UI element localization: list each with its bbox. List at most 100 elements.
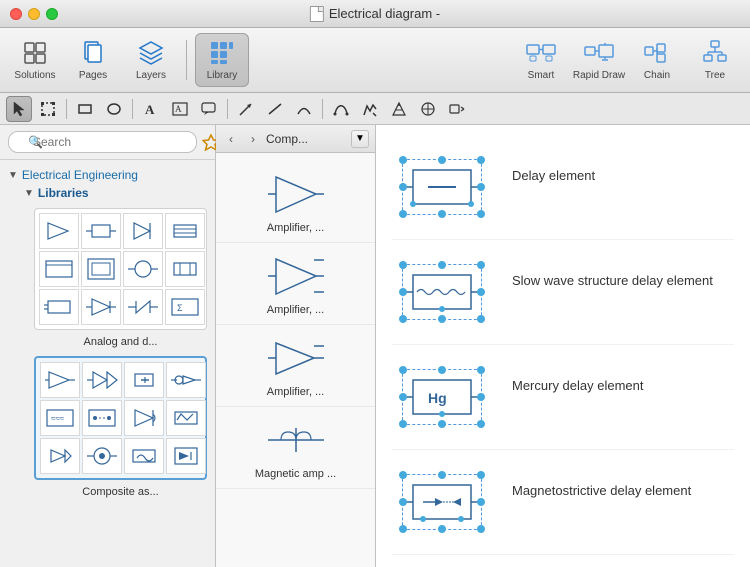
close-button[interactable] bbox=[10, 8, 22, 20]
library-icon bbox=[208, 39, 236, 67]
handle-tl bbox=[399, 471, 407, 479]
pen3-tool[interactable] bbox=[415, 96, 441, 122]
library-grid-composite[interactable]: ≈≈≈ bbox=[34, 356, 207, 480]
symbol-preview bbox=[266, 333, 326, 383]
handle-tc bbox=[438, 156, 446, 164]
nav-back-button[interactable]: ‹ bbox=[222, 130, 240, 148]
lib-cell bbox=[166, 400, 206, 436]
arc-icon bbox=[296, 101, 312, 117]
text-box-tool[interactable]: A bbox=[167, 96, 193, 122]
handle-bc bbox=[438, 315, 446, 323]
library-label-analog: Analog and d... bbox=[34, 336, 207, 348]
arc-tool[interactable] bbox=[291, 96, 317, 122]
list-item[interactable]: Magnetic amp ... bbox=[216, 407, 375, 489]
tool-separator-2 bbox=[132, 99, 133, 119]
middle-items-list: Amplifier, ... Amplifier, ... bbox=[216, 153, 375, 567]
delay-element-svg bbox=[403, 160, 481, 214]
symbol-preview bbox=[266, 169, 326, 219]
lib-cell bbox=[39, 213, 79, 249]
actions-tool[interactable] bbox=[444, 96, 470, 122]
lib-cell: Σ bbox=[165, 289, 205, 325]
text-tool[interactable]: A bbox=[138, 96, 164, 122]
maximize-button[interactable] bbox=[46, 8, 58, 20]
top-toolbar: Solutions Pages Layers Library bbox=[0, 28, 750, 93]
drawing-toolbar: A A bbox=[0, 93, 750, 125]
handle-br bbox=[477, 210, 485, 218]
bezier-tool[interactable] bbox=[328, 96, 354, 122]
library-label-composite: Composite as... bbox=[34, 486, 207, 498]
tree-libraries[interactable]: ▼ Libraries bbox=[24, 184, 207, 202]
pages-button[interactable]: Pages bbox=[66, 33, 120, 87]
search-input[interactable] bbox=[8, 131, 197, 153]
libraries-expand-icon: ▼ bbox=[24, 188, 34, 199]
lib-cell bbox=[165, 251, 205, 287]
mercury-svg: Hg bbox=[403, 370, 481, 424]
item-label: Amplifier, ... bbox=[267, 386, 324, 398]
callout-tool[interactable] bbox=[196, 96, 222, 122]
ellipse-icon bbox=[106, 101, 122, 117]
library-grid-analog[interactable]: Σ bbox=[34, 208, 207, 330]
list-item[interactable]: Amplifier, ... bbox=[216, 243, 375, 325]
breadcrumb-dropdown[interactable]: ▼ bbox=[351, 130, 369, 148]
minimize-button[interactable] bbox=[28, 8, 40, 20]
svg-text:Σ: Σ bbox=[177, 303, 183, 313]
handle-mr bbox=[477, 393, 485, 401]
library-button[interactable]: Library bbox=[195, 33, 249, 87]
selection-box bbox=[402, 159, 482, 215]
lib-cell bbox=[123, 251, 163, 287]
pen2-tool[interactable] bbox=[386, 96, 412, 122]
handle-ml bbox=[399, 498, 407, 506]
ellipse-tool[interactable] bbox=[101, 96, 127, 122]
handle-ml bbox=[399, 183, 407, 191]
handle-br bbox=[477, 420, 485, 428]
document-icon bbox=[310, 6, 324, 22]
middle-header: ‹ › Comp... ▼ bbox=[216, 125, 375, 153]
svg-text:A: A bbox=[145, 102, 155, 117]
rectangle-icon bbox=[77, 101, 93, 117]
layers-button[interactable]: Layers bbox=[124, 33, 178, 87]
component-preview-mercury: Hg bbox=[392, 357, 492, 437]
lib-cell bbox=[81, 213, 121, 249]
tree-button[interactable]: Tree bbox=[688, 33, 742, 87]
lib-cell bbox=[124, 438, 164, 474]
selection-box: Hg bbox=[402, 369, 482, 425]
arrow-tool[interactable] bbox=[233, 96, 259, 122]
component-preview-delay bbox=[392, 147, 492, 227]
solutions-button[interactable]: Solutions bbox=[8, 33, 62, 87]
lib-cell bbox=[81, 289, 121, 325]
handle-mr bbox=[477, 288, 485, 296]
svg-text:Hg: Hg bbox=[428, 390, 447, 406]
cursor-icon bbox=[11, 101, 27, 117]
handle-mr bbox=[477, 183, 485, 191]
chain-button[interactable]: Chain bbox=[630, 33, 684, 87]
handle-br bbox=[477, 315, 485, 323]
lib-cell bbox=[82, 362, 122, 398]
search-container: 🔍 bbox=[8, 131, 197, 153]
select-box-tool[interactable] bbox=[35, 96, 61, 122]
smart-button[interactable]: Smart bbox=[514, 33, 568, 87]
left-panel: 🔍 ▼ Electrical Engineering ▼ Libraries bbox=[0, 125, 216, 567]
list-item[interactable]: Amplifier, ... bbox=[216, 325, 375, 407]
select-tool[interactable] bbox=[6, 96, 32, 122]
tool-separator bbox=[66, 99, 67, 119]
text-icon: A bbox=[143, 101, 159, 117]
rectangle-tool[interactable] bbox=[72, 96, 98, 122]
rapid-draw-button[interactable]: Rapid Draw bbox=[572, 33, 626, 87]
lib-cell bbox=[124, 400, 164, 436]
lib-cell bbox=[40, 438, 80, 474]
handle-bc bbox=[438, 210, 446, 218]
item-label: Magnetic amp ... bbox=[255, 468, 336, 480]
breadcrumb: Comp... bbox=[266, 132, 347, 146]
pen1-tool[interactable] bbox=[357, 96, 383, 122]
pen1-icon bbox=[362, 101, 378, 117]
lib-cell bbox=[39, 251, 79, 287]
nav-forward-button[interactable]: › bbox=[244, 130, 262, 148]
tree-root[interactable]: ▼ Electrical Engineering bbox=[8, 166, 207, 184]
tree-icon bbox=[701, 39, 729, 67]
line-tool[interactable] bbox=[262, 96, 288, 122]
selection-box bbox=[402, 474, 482, 530]
handle-bl bbox=[399, 210, 407, 218]
lib-cell bbox=[40, 362, 80, 398]
rapid-draw-icon bbox=[583, 39, 615, 67]
list-item[interactable]: Amplifier, ... bbox=[216, 161, 375, 243]
